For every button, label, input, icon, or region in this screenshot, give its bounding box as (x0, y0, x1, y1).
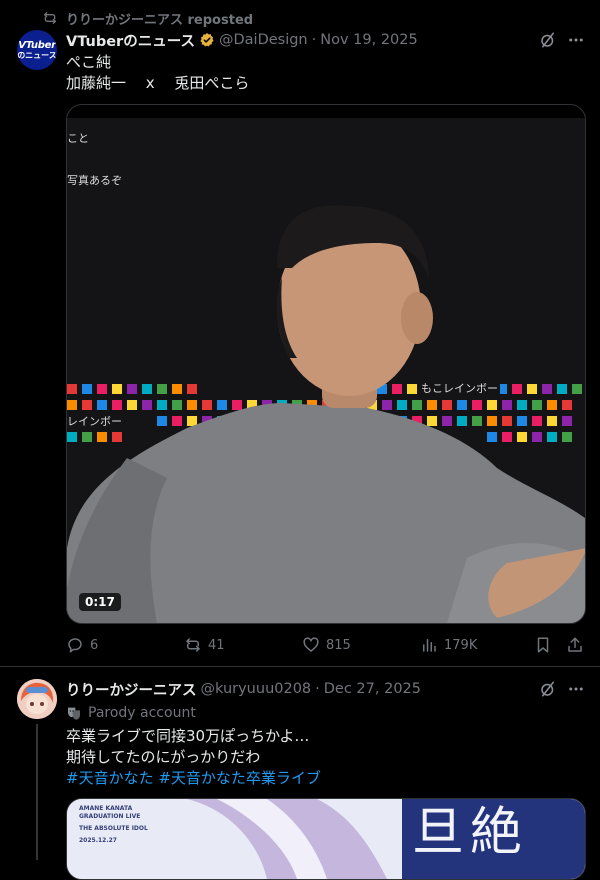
avatar-image (17, 679, 57, 719)
bookmark-icon (537, 637, 549, 653)
tweet-text: 卒業ライブで同接30万ぽっちかよ… 期待してたのにがっかりだわ #天音かなた #… (66, 726, 321, 789)
timestamp[interactable]: Nov 19, 2025 (320, 32, 417, 48)
timestamp[interactable]: Dec 27, 2025 (324, 681, 421, 697)
media-title-glyphs: 旦絶 (412, 803, 529, 863)
video-duration: 0:17 (79, 593, 121, 611)
reply-count: 6 (90, 637, 99, 653)
tweet-divider (0, 666, 600, 667)
video-player[interactable]: こと 写真あるぞ もこレインボー レインボー 0:17 (66, 104, 586, 624)
view-count: 179K (444, 637, 478, 653)
hashtag-link[interactable]: #天音かなた卒業ライブ (158, 769, 321, 787)
repost-count: 41 (208, 637, 225, 653)
avatar-text-1: VTuber (18, 39, 56, 51)
parody-label: Parody account (66, 703, 196, 723)
grok-icon[interactable] (536, 30, 560, 50)
theater-masks-icon (68, 707, 80, 720)
reply-button[interactable]: 6 (66, 634, 98, 656)
share-button[interactable] (566, 634, 584, 656)
tweet-header: りりーかジーニアス @kuryuuu0208 · Dec 27, 2025 (66, 679, 421, 699)
verified-badge-icon[interactable] (199, 32, 215, 48)
tweet-text-line-1: ぺこ純 (66, 53, 112, 71)
tweet-actions: 6 41 815 179K (66, 634, 586, 656)
heart-icon (303, 637, 319, 652)
media-caption-line-1: AMANE KANATA (79, 805, 133, 812)
media-caption-line-4: 2025.12.27 (79, 837, 117, 844)
handle[interactable]: @kuryuuu0208 (201, 681, 312, 697)
grok-icon[interactable] (536, 679, 560, 699)
views-button[interactable]: 179K (420, 634, 477, 656)
handle[interactable]: @DaiDesign (219, 32, 308, 48)
tweet-text-line-2: 加藤純一 x 兎田ぺこら (66, 74, 250, 92)
hashtag-link[interactable]: #天音かなた (66, 769, 154, 787)
tweet-text-line-1: 卒業ライブで同接30万ぽっちかよ… (66, 727, 310, 745)
tweet-image[interactable]: AMANE KANATA GRADUATION LIVE THE ABSOLUT… (66, 798, 586, 880)
avatar[interactable] (17, 679, 57, 719)
reply-icon (68, 638, 82, 653)
thread-line (36, 724, 38, 860)
views-icon (423, 639, 436, 652)
repost-label[interactable]: りりーかジーニアス reposted (66, 9, 253, 28)
tweet-header: VTuberのニュース @DaiDesign · Nov 19, 2025 (66, 30, 418, 50)
dot-separator: · (315, 681, 320, 697)
tweet-text: ぺこ純 加藤純一 x 兎田ぺこら (66, 52, 249, 94)
media-caption-line-2: GRADUATION LIVE (79, 813, 141, 820)
avatar-text-2: のニュース (17, 50, 57, 60)
repost-button[interactable]: 41 (184, 634, 225, 656)
display-name[interactable]: りりーかジーニアス (66, 679, 197, 700)
media-caption: AMANE KANATA GRADUATION LIVE THE ABSOLUT… (79, 805, 148, 845)
dot-separator: · (311, 32, 317, 48)
share-icon (568, 637, 582, 652)
like-count: 815 (326, 637, 351, 653)
more-options-icon[interactable] (564, 679, 588, 699)
hashtags: #天音かなた #天音かなた卒業ライブ (66, 768, 321, 789)
parody-account-label: Parody account (88, 705, 196, 721)
bookmark-button[interactable] (534, 634, 552, 656)
display-name[interactable]: VTuberのニュース (66, 30, 195, 51)
repost-icon (186, 638, 200, 652)
repost-icon (44, 12, 56, 24)
video-person-image (67, 205, 585, 623)
video-frame[interactable]: こと 写真あるぞ もこレインボー レインボー 0:17 (67, 118, 585, 623)
like-button[interactable]: 815 (302, 634, 351, 656)
repost-context: りりーかジーニアス reposted (42, 9, 253, 28)
media-caption-line-3: THE ABSOLUTE IDOL (79, 825, 148, 832)
avatar[interactable]: VTuber のニュース (17, 30, 57, 70)
more-options-icon[interactable] (564, 30, 588, 50)
tweet-text-line-2: 期待してたのにがっかりだわ (66, 748, 261, 766)
